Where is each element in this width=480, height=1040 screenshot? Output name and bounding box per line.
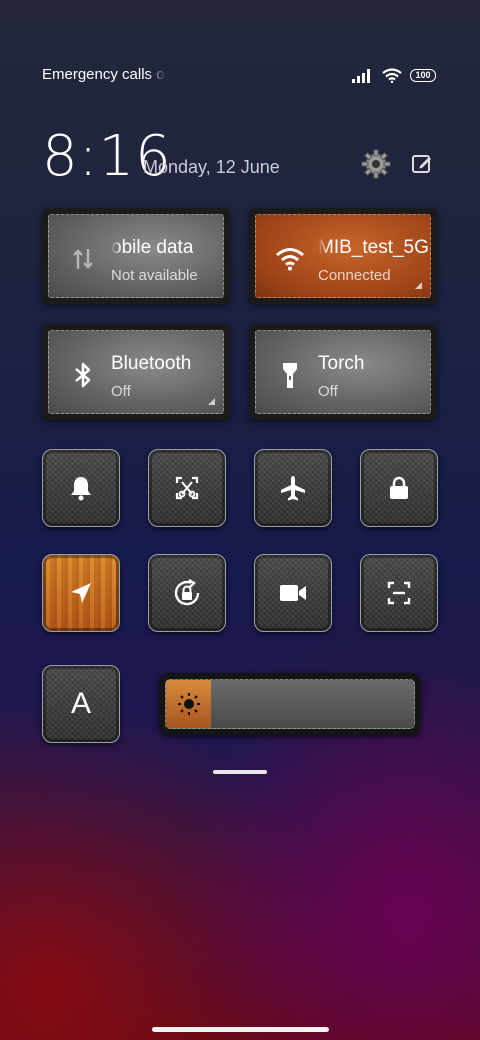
wifi-status-icon — [382, 68, 402, 83]
rotation-lock-button[interactable] — [148, 554, 226, 632]
status-icons: 100 — [352, 68, 436, 83]
date: Monday, 12 June — [143, 157, 280, 177]
expand-corner[interactable] — [415, 282, 422, 289]
signal-icon — [352, 68, 370, 83]
torch-tile[interactable]: Torch Off — [249, 324, 437, 420]
battery-icon: 100 — [410, 69, 436, 82]
brightness-slider[interactable] — [159, 673, 421, 735]
home-indicator[interactable] — [152, 1027, 329, 1032]
brightness-sun-icon — [178, 693, 200, 715]
scanner-button[interactable] — [360, 554, 438, 632]
location-button[interactable] — [42, 554, 120, 632]
torch-title: Torch — [318, 353, 365, 374]
wifi-network-name: MIB_test_5G — [318, 237, 429, 258]
location-icon — [71, 583, 91, 603]
settings-gear-icon[interactable] — [360, 148, 392, 180]
screenshot-button[interactable] — [148, 449, 226, 527]
font-size-button[interactable]: A — [42, 665, 120, 743]
status-bar: Emergency calls o 100 — [42, 66, 436, 86]
torch-icon — [283, 363, 297, 388]
lock-icon — [390, 476, 408, 499]
screen-recorder-button[interactable] — [254, 554, 332, 632]
wifi-icon — [276, 248, 304, 271]
mobile-data-tile[interactable]: obile data Not available — [42, 208, 230, 304]
bluetooth-status: Off — [111, 383, 131, 400]
torch-status: Off — [318, 383, 338, 400]
scanner-icon — [387, 581, 411, 605]
edit-icon[interactable] — [410, 152, 434, 176]
brightness-track[interactable] — [165, 679, 415, 729]
mobile-data-title: obile data — [111, 237, 194, 258]
lock-screen-button[interactable] — [360, 449, 438, 527]
mobile-data-icon — [73, 249, 93, 269]
bluetooth-icon — [75, 362, 91, 388]
expand-corner[interactable] — [208, 398, 215, 405]
font-size-label: A — [70, 687, 91, 720]
mobile-data-status: Not available — [111, 267, 198, 284]
carrier-text: Emergency calls o — [42, 66, 165, 83]
bluetooth-title: Bluetooth — [111, 353, 192, 374]
screenshot-icon — [175, 476, 199, 500]
wifi-tile[interactable]: MIB_test_5G Connected — [249, 208, 437, 304]
wifi-status: Connected — [318, 267, 391, 284]
video-camera-icon — [280, 585, 306, 601]
airplane-mode-button[interactable] — [254, 449, 332, 527]
panel-handle[interactable] — [213, 770, 267, 774]
rotation-lock-icon — [174, 578, 200, 606]
ring-mode-button[interactable] — [42, 449, 120, 527]
bell-icon — [71, 477, 91, 501]
bluetooth-tile[interactable]: Bluetooth Off — [42, 324, 230, 420]
airplane-icon — [281, 476, 305, 501]
